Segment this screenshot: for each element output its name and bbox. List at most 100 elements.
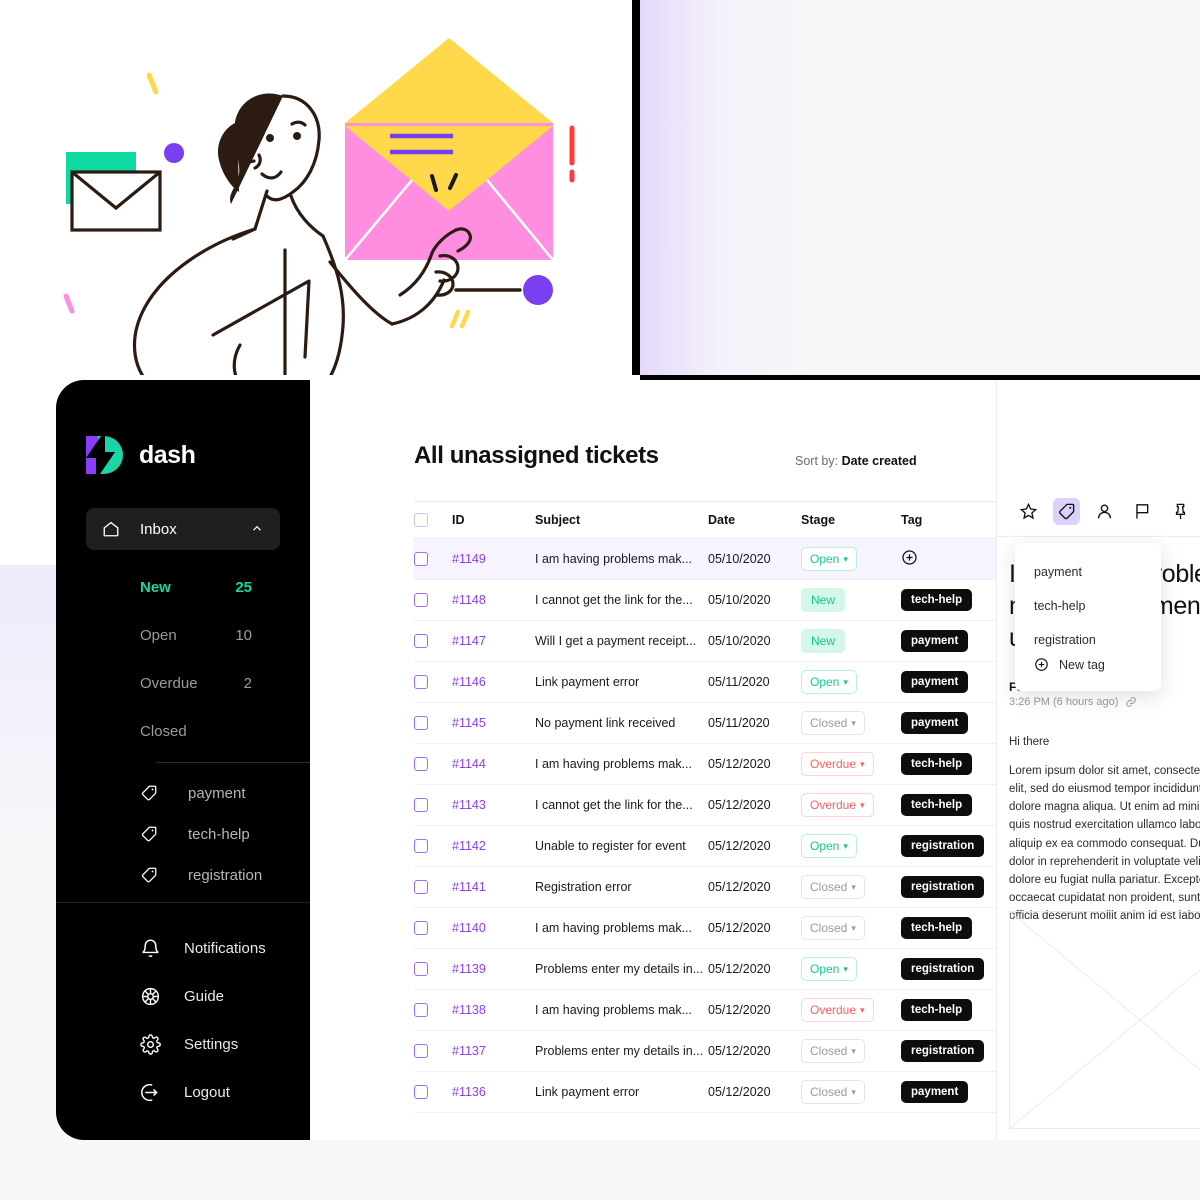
ticket-id-link[interactable]: #1139 — [452, 962, 486, 976]
row-tag-cell[interactable]: payment — [901, 630, 996, 652]
stage-badge[interactable]: Closed ▾ — [801, 1080, 865, 1104]
new-tag-button[interactable]: New tag — [1034, 657, 1105, 672]
row-stage-cell[interactable]: Open ▾ — [801, 834, 901, 858]
row-subject-cell[interactable]: Link payment error — [535, 1085, 708, 1099]
row-id-cell[interactable]: #1137 — [452, 1044, 535, 1058]
row-checkbox-cell[interactable] — [414, 634, 452, 648]
row-tag-cell[interactable]: tech-help — [901, 753, 996, 775]
row-id-cell[interactable]: #1138 — [452, 1003, 535, 1017]
tag-pill[interactable]: tech-help — [901, 917, 973, 939]
row-id-cell[interactable]: #1139 — [452, 962, 535, 976]
row-tag-cell[interactable]: tech-help — [901, 917, 996, 939]
tag-pill[interactable]: tech-help — [901, 753, 973, 775]
chevron-down-icon[interactable]: ▾ — [860, 759, 865, 769]
row-stage-cell[interactable]: Overdue ▾ — [801, 998, 901, 1022]
row-checkbox-cell[interactable] — [414, 1003, 452, 1017]
ticket-id-link[interactable]: #1147 — [452, 634, 486, 648]
stage-badge[interactable]: Open ▾ — [801, 957, 857, 981]
row-checkbox-cell[interactable] — [414, 880, 452, 894]
tag-pill[interactable]: tech-help — [901, 999, 973, 1021]
row-stage-cell[interactable]: Open ▾ — [801, 670, 901, 694]
table-row[interactable]: #1139 Problems enter my details in... 05/1… — [414, 949, 996, 990]
row-stage-cell[interactable]: Open ▾ — [801, 547, 901, 571]
row-checkbox-cell[interactable] — [414, 798, 452, 812]
ticket-id-link[interactable]: #1148 — [452, 593, 486, 607]
table-row[interactable]: #1142 Unable to register for event 05/12/2… — [414, 826, 996, 867]
sidebar-folder-overdue[interactable]: Overdue 2 — [86, 672, 280, 694]
row-tag-cell[interactable]: tech-help — [901, 999, 996, 1021]
tag-pill[interactable]: tech-help — [901, 589, 973, 611]
chevron-up-icon[interactable] — [250, 522, 264, 536]
row-subject-cell[interactable]: Will I get a payment receipt... — [535, 634, 708, 648]
table-row[interactable]: #1137 Problems enter my details in... 05/1… — [414, 1031, 996, 1072]
row-checkbox-cell[interactable] — [414, 675, 452, 689]
row-id-cell[interactable]: #1142 — [452, 839, 535, 853]
row-checkbox-cell[interactable] — [414, 757, 452, 771]
row-id-cell[interactable]: #1140 — [452, 921, 535, 935]
row-id-cell[interactable]: #1144 — [452, 757, 535, 771]
stage-badge[interactable]: New — [801, 629, 846, 653]
stage-badge[interactable]: Closed ▾ — [801, 711, 865, 735]
row-id-cell[interactable]: #1145 — [452, 716, 535, 730]
ticket-id-link[interactable]: #1141 — [452, 880, 486, 894]
sidebar-item-guide[interactable]: Guide — [86, 983, 296, 1009]
chevron-down-icon[interactable]: ▾ — [843, 677, 848, 687]
table-row[interactable]: #1149 I am having problems mak... 05/10/20… — [414, 539, 996, 580]
pin-icon[interactable] — [1167, 498, 1194, 525]
row-tag-cell[interactable]: registration — [901, 835, 996, 857]
ticket-id-link[interactable]: #1144 — [452, 757, 486, 771]
sidebar-item-notifications[interactable]: Notifications — [86, 935, 296, 961]
select-all-checkbox-cell[interactable] — [414, 513, 452, 527]
table-row[interactable]: #1146 Link payment error 05/11/2020 Open ▾ pa… — [414, 662, 996, 703]
stage-badge[interactable]: Open ▾ — [801, 547, 857, 571]
tag-menu-item-payment[interactable]: payment — [1034, 565, 1082, 579]
row-checkbox-cell[interactable] — [414, 1044, 452, 1058]
table-row[interactable]: #1145 No payment link received 05/11/2020 C… — [414, 703, 996, 744]
row-id-cell[interactable]: #1148 — [452, 593, 535, 607]
tag-pill[interactable]: payment — [901, 712, 969, 734]
row-id-cell[interactable]: #1147 — [452, 634, 535, 648]
row-tag-cell[interactable] — [901, 549, 996, 569]
row-tag-cell[interactable]: tech-help — [901, 794, 996, 816]
tag-pill[interactable]: tech-help — [901, 794, 973, 816]
sidebar-item-settings[interactable]: Settings — [86, 1031, 296, 1057]
row-checkbox-cell[interactable] — [414, 593, 452, 607]
row-tag-cell[interactable]: registration — [901, 1040, 996, 1062]
row-stage-cell[interactable]: Closed ▾ — [801, 916, 901, 940]
sort-by-control[interactable]: Sort by: Date created — [795, 454, 917, 468]
tag-icon[interactable] — [1053, 498, 1080, 525]
tag-pill[interactable]: registration — [901, 958, 985, 980]
row-checkbox[interactable] — [414, 1003, 428, 1017]
ticket-id-link[interactable]: #1145 — [452, 716, 486, 730]
chevron-down-icon[interactable]: ▾ — [860, 800, 865, 810]
row-stage-cell[interactable]: Closed ▾ — [801, 711, 901, 735]
chevron-down-icon[interactable]: ▾ — [851, 1087, 856, 1097]
chevron-down-icon[interactable]: ▾ — [851, 923, 856, 933]
row-subject-cell[interactable]: I am having problems mak... — [535, 552, 708, 566]
row-stage-cell[interactable]: Closed ▾ — [801, 875, 901, 899]
sidebar-folder-closed[interactable]: Closed — [86, 720, 280, 742]
row-subject-cell[interactable]: No payment link received — [535, 716, 708, 730]
row-checkbox[interactable] — [414, 839, 428, 853]
person-icon[interactable] — [1091, 498, 1118, 525]
row-checkbox[interactable] — [414, 593, 428, 607]
row-tag-cell[interactable]: tech-help — [901, 589, 996, 611]
row-subject-cell[interactable]: Link payment error — [535, 675, 708, 689]
sidebar-folder-open[interactable]: Open 10 — [86, 624, 280, 646]
row-tag-cell[interactable]: registration — [901, 958, 996, 980]
table-row[interactable]: #1141 Registration error 05/12/2020 Closed ▾… — [414, 867, 996, 908]
sidebar-brand[interactable]: dash — [86, 436, 196, 474]
table-row[interactable]: #1144 I am having problems mak... 05/12/20… — [414, 744, 996, 785]
flag-icon[interactable] — [1129, 498, 1156, 525]
row-stage-cell[interactable]: Overdue ▾ — [801, 793, 901, 817]
row-subject-cell[interactable]: Registration error — [535, 880, 708, 894]
sidebar-tag-registration[interactable]: registration — [86, 863, 286, 887]
stage-badge[interactable]: Overdue ▾ — [801, 793, 874, 817]
ticket-id-link[interactable]: #1146 — [452, 675, 486, 689]
row-checkbox[interactable] — [414, 962, 428, 976]
row-checkbox[interactable] — [414, 716, 428, 730]
table-row[interactable]: #1147 Will I get a payment receipt... 05/1… — [414, 621, 996, 662]
row-stage-cell[interactable]: Closed ▾ — [801, 1080, 901, 1104]
row-tag-cell[interactable]: registration — [901, 876, 996, 898]
row-stage-cell[interactable]: Overdue ▾ — [801, 752, 901, 776]
